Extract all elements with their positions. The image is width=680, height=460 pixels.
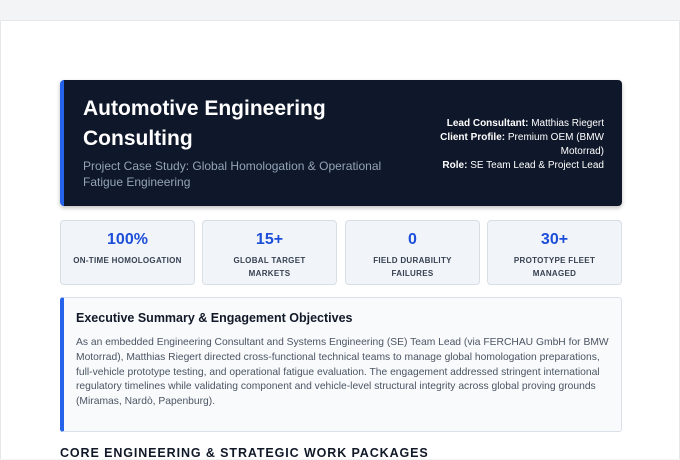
stat-value: 0 — [408, 231, 417, 248]
section-heading: Core Engineering & Strategic Work Packag… — [60, 446, 429, 460]
stat-value: 15+ — [255, 231, 284, 248]
summary-title: Executive Summary & Engagement Objective… — [76, 311, 353, 325]
stat-card: 30+ Prototype Fleet Managed — [487, 220, 622, 285]
hero-title: Automotive Engineering Consulting — [83, 97, 326, 150]
meta-label: Lead Consultant: — [446, 118, 529, 129]
stat-card: 100% On-Time Homologation — [60, 220, 195, 285]
executive-summary-card: Executive Summary & Engagement Objective… — [60, 297, 622, 432]
stat-label: Prototype Fleet Managed — [513, 256, 596, 278]
meta-label: Client Profile: — [440, 132, 506, 143]
meta-value: SE Team Lead & Project Lead — [470, 160, 604, 171]
document-page: Automotive Engineering Consulting Projec… — [0, 20, 680, 460]
meta-label: Role: — [442, 160, 468, 171]
stat-card: 15+ Global Target Markets — [202, 220, 337, 285]
meta-value: Matthias Riegert — [531, 118, 604, 129]
stat-label: On-Time Homologation — [73, 256, 182, 265]
stats-row: 100% On-Time Homologation 15+ Global Tar… — [60, 220, 622, 285]
stat-value: 30+ — [540, 231, 569, 248]
hero-meta: Lead Consultant: Matthias Riegert Client… — [404, 117, 604, 173]
meta-role: Role: SE Team Lead & Project Lead — [404, 159, 604, 173]
meta-value: Premium OEM (BMW Motorrad) — [507, 132, 604, 157]
summary-body: As an embedded Engineering Consultant an… — [76, 337, 609, 408]
meta-client-profile: Client Profile: Premium OEM (BMW Motorra… — [404, 131, 604, 159]
hero-subtitle: Project Case Study: Global Homologation … — [83, 159, 382, 189]
hero-banner: Automotive Engineering Consulting Projec… — [60, 80, 622, 206]
meta-lead-consultant: Lead Consultant: Matthias Riegert — [404, 117, 604, 131]
stat-value: 100% — [107, 231, 148, 248]
stat-label: Field Durability Failures — [373, 256, 452, 278]
stat-label: Global Target Markets — [233, 256, 306, 278]
stat-card: 0 Field Durability Failures — [345, 220, 480, 285]
